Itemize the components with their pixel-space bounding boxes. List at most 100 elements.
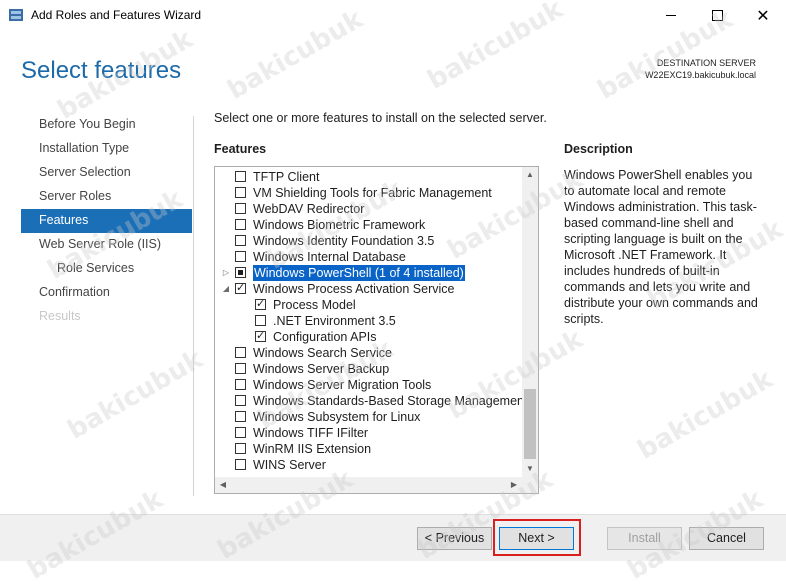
- feature-checkbox[interactable]: [235, 235, 246, 246]
- feature-checkbox[interactable]: [235, 395, 246, 406]
- destination-server-name: W22EXC19.bakicubuk.local: [644, 70, 756, 80]
- feature-label: WinRM IIS Extension: [253, 442, 372, 456]
- scrollbar-corner: [522, 477, 538, 493]
- feature-checkbox[interactable]: [235, 251, 246, 262]
- feature-row[interactable]: Windows Internal Database: [215, 249, 523, 265]
- destination-server-label: DESTINATION SERVER: [656, 58, 756, 68]
- close-button[interactable]: ✕: [740, 0, 786, 31]
- feature-row[interactable]: Windows Standards-Based Storage Manageme…: [215, 393, 527, 409]
- feature-row[interactable]: Windows Subsystem for Linux: [215, 409, 523, 425]
- feature-row[interactable]: ▷ Windows PowerShell (1 of 4 installed): [215, 265, 523, 281]
- feature-checkbox[interactable]: [255, 315, 266, 326]
- feature-checkbox[interactable]: [235, 187, 246, 198]
- feature-label: Process Model: [273, 298, 356, 312]
- feature-row[interactable]: Windows Server Backup: [215, 361, 523, 377]
- horizontal-scrollbar[interactable]: ◀ ▶: [215, 477, 522, 493]
- close-icon: ✕: [756, 5, 770, 25]
- feature-label: .NET Environment 3.5: [273, 314, 396, 328]
- nav-item-server-selection[interactable]: Server Selection: [21, 161, 192, 185]
- feature-checkbox[interactable]: [235, 347, 246, 358]
- feature-row[interactable]: ✓ Process Model: [215, 297, 523, 313]
- install-button: Install: [607, 527, 682, 550]
- feature-label: Windows Subsystem for Linux: [253, 410, 421, 424]
- maximize-button[interactable]: [694, 0, 740, 31]
- feature-checkbox[interactable]: ✓: [235, 281, 246, 294]
- feature-row[interactable]: Windows Server Migration Tools: [215, 377, 523, 393]
- expand-arrow-icon[interactable]: ▷: [221, 267, 231, 279]
- nav-item-role-services[interactable]: Role Services: [21, 257, 192, 281]
- feature-label: Windows Standards-Based Storage Manageme…: [253, 394, 528, 408]
- watermark-text: bakicubuk: [62, 344, 209, 446]
- wizard-nav: Before You Begin Installation Type Serve…: [21, 113, 192, 329]
- collapse-arrow-icon[interactable]: ◢: [221, 283, 231, 295]
- feature-checkbox[interactable]: [235, 427, 246, 438]
- feature-checkbox[interactable]: [235, 459, 246, 470]
- feature-label: Configuration APIs: [273, 330, 377, 344]
- feature-label: WebDAV Redirector: [253, 202, 365, 216]
- nav-item-server-roles[interactable]: Server Roles: [21, 185, 192, 209]
- feature-row[interactable]: ◢ ✓ Windows Process Activation Service: [215, 281, 523, 297]
- feature-checkbox[interactable]: [235, 379, 246, 390]
- feature-checkbox[interactable]: [235, 411, 246, 422]
- vertical-scroll-thumb[interactable]: [524, 389, 536, 459]
- vertical-scrollbar[interactable]: ▲ ▼: [522, 167, 538, 477]
- feature-row[interactable]: WebDAV Redirector: [215, 201, 523, 217]
- feature-row[interactable]: Windows Identity Foundation 3.5: [215, 233, 523, 249]
- window-title: Add Roles and Features Wizard: [31, 8, 202, 22]
- server-manager-icon: [9, 9, 23, 21]
- feature-row[interactable]: Windows Search Service: [215, 345, 523, 361]
- feature-row[interactable]: WINS Server: [215, 457, 523, 473]
- intro-text: Select one or more features to install o…: [214, 111, 547, 125]
- feature-checkbox[interactable]: [235, 267, 246, 278]
- feature-label: Windows Identity Foundation 3.5: [253, 234, 435, 248]
- feature-checkbox[interactable]: [235, 219, 246, 230]
- checkmark-icon: ✓: [256, 297, 266, 310]
- scroll-down-arrow-icon[interactable]: ▼: [522, 461, 538, 477]
- feature-checkbox[interactable]: ✓: [255, 329, 266, 342]
- maximize-icon: [711, 10, 723, 21]
- feature-row[interactable]: TFTP Client: [215, 169, 523, 185]
- checkmark-icon: ✓: [236, 281, 246, 294]
- previous-button[interactable]: < Previous: [417, 527, 492, 550]
- features-heading: Features: [214, 142, 267, 156]
- feature-row[interactable]: Windows TIFF IFilter: [215, 425, 523, 441]
- feature-checkbox[interactable]: ✓: [255, 297, 266, 310]
- nav-item-results: Results: [39, 309, 81, 323]
- feature-row[interactable]: .NET Environment 3.5: [215, 313, 523, 329]
- nav-item-web-server-role[interactable]: Web Server Role (IIS): [21, 233, 192, 257]
- nav-item-installation-type[interactable]: Installation Type: [21, 137, 192, 161]
- minimize-icon: [666, 15, 676, 16]
- feature-label: Windows Internal Database: [253, 250, 406, 264]
- minimize-button[interactable]: [648, 0, 694, 31]
- nav-divider: [193, 116, 194, 496]
- next-button[interactable]: Next >: [499, 527, 574, 550]
- feature-label: Windows Search Service: [253, 346, 392, 360]
- watermark-text: bakicubuk: [632, 364, 779, 466]
- feature-checkbox[interactable]: [235, 363, 246, 374]
- nav-item-before-you-begin[interactable]: Before You Begin: [21, 113, 192, 137]
- scroll-left-arrow-icon[interactable]: ◀: [215, 477, 231, 493]
- feature-checkbox[interactable]: [235, 171, 246, 182]
- feature-row[interactable]: VM Shielding Tools for Fabric Management: [215, 185, 523, 201]
- checkmark-icon: ✓: [256, 329, 266, 342]
- cancel-button[interactable]: Cancel: [689, 527, 764, 550]
- feature-label: VM Shielding Tools for Fabric Management: [253, 186, 492, 200]
- nav-item-features[interactable]: Features: [21, 209, 192, 233]
- feature-checkbox[interactable]: [235, 443, 246, 454]
- features-tree[interactable]: TFTP Client VM Shielding Tools for Fabric…: [214, 166, 539, 494]
- description-text: Windows PowerShell enables you to automa…: [564, 168, 758, 326]
- feature-row[interactable]: WinRM IIS Extension: [215, 441, 523, 457]
- feature-row[interactable]: ✓ Configuration APIs: [215, 329, 523, 345]
- feature-label: TFTP Client: [253, 170, 320, 184]
- feature-label: Windows Server Backup: [253, 362, 390, 376]
- description-heading: Description: [564, 142, 633, 156]
- feature-row[interactable]: Windows Biometric Framework: [215, 217, 523, 233]
- feature-checkbox[interactable]: [235, 203, 246, 214]
- feature-label: Windows TIFF IFilter: [253, 426, 369, 440]
- scroll-up-arrow-icon[interactable]: ▲: [522, 167, 538, 183]
- scroll-right-arrow-icon[interactable]: ▶: [506, 477, 522, 493]
- partial-check-icon: [238, 270, 243, 275]
- nav-item-confirmation[interactable]: Confirmation: [21, 281, 192, 305]
- feature-label: Windows PowerShell (1 of 4 installed): [253, 265, 465, 281]
- title-bar: Add Roles and Features Wizard ✕: [0, 0, 786, 31]
